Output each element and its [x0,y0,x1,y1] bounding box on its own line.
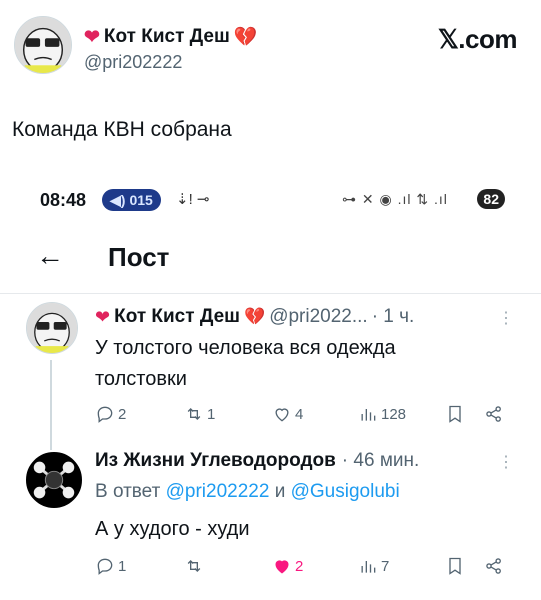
tweet-2-display-name[interactable]: Из Жизни Углеводородов [95,450,336,472]
tweet-2-avatar[interactable] [26,452,82,508]
network-icon: ⇅ [416,191,430,207]
tweet-2-more-icon[interactable]: ⋮ [498,452,514,472]
page-title: Пост [108,242,170,272]
tweet-2-time[interactable]: · 46 мин. [342,450,419,472]
reply-prefix: В ответ [95,481,161,502]
key-icon: ⊸ [196,191,210,208]
tweet-2-views-count: 7 [381,557,390,575]
outer-handle[interactable]: @pri202222 [84,52,182,73]
tweet-2-actions: 1 2 7 [0,556,541,580]
tweet-1-bookmark-button[interactable] [445,404,465,424]
tweet-1-views-button[interactable]: 128 [358,404,406,424]
share-icon [486,406,501,422]
tweet-2-like-button[interactable]: 2 [272,556,303,576]
speaker-icon: ◀) [110,191,126,208]
tweet-1-actions: 2 1 4 128 [0,404,541,428]
bookmark-icon [449,405,461,423]
tweet-1-display-name[interactable]: Кот Кист Деш [114,306,240,328]
tweet-1-more-icon[interactable]: ⋮ [498,308,514,328]
tweet-1-text-line-1: У толстого человека вся одежда [95,337,396,359]
tweet-1-like-count: 4 [295,405,304,423]
views-icon [361,409,376,421]
vpn-key-icon: ⊶ [342,191,357,207]
tweet-2-reply-context: В ответ @pri202222 и @Gusigolubi [95,481,400,503]
tweet-1-retweet-count: 1 [207,405,216,423]
outer-display-name[interactable]: ❤ Кот Кист Деш 💔 [84,25,258,49]
call-pill-label: 015 [129,192,153,208]
tweet-1-header: ❤ Кот Кист Деш 💔 @pri2022... · 1 ч. [95,306,414,328]
tweet-2-bookmark-button[interactable] [445,556,465,576]
pin-icon: ⇣! [176,191,193,208]
mute-icon: ✕ [361,191,375,207]
broken-heart-icon: 💔 [244,307,266,326]
tweet-1-views-count: 128 [381,405,407,423]
bookmark-icon [449,557,461,575]
tweet-2-header: Из Жизни Углеводородов · 46 мин. [95,450,419,472]
tweet-2-like-count: 2 [295,557,304,575]
tweet-2-share-button[interactable] [484,556,504,576]
retweet-icon [187,408,201,420]
tweet-1-like-button[interactable]: 4 [272,404,303,424]
header-divider [0,293,541,294]
tweet-2-text: А у худого - худи [95,518,250,540]
reply-and: и [274,481,286,502]
tweet-2-retweet-button[interactable] [184,556,207,576]
tweet-1-text-line-2: толстовки [95,368,187,390]
tweet-2-reply-count: 1 [118,557,127,575]
tweet-2-reply-button[interactable]: 1 [95,556,126,576]
system-icons: ⊶ ✕ ◉ .ıl ⇅ .ıl [342,191,448,208]
tweet-2-views-button[interactable]: 7 [358,556,389,576]
broken-heart-icon: 💔 [233,27,258,48]
signal-2-icon: .ıl [434,191,448,207]
wifi-icon: ◉ [379,191,393,207]
outer-tweet-text: Команда КВН собрана [12,118,232,141]
tweet-1-avatar[interactable] [26,302,78,354]
tweet-1-retweet-button[interactable]: 1 [184,404,215,424]
notification-icons: ⇣! ⊸ [176,190,210,208]
tweet-1-share-button[interactable] [484,404,504,424]
tweet-1-reply-button[interactable]: 2 [95,404,126,424]
reply-to-gusigolubi[interactable]: @Gusigolubi [291,481,400,502]
signal-icon: .ıl [397,191,412,207]
status-time: 08:48 [40,190,87,210]
x-com-label: 𝕏.com [437,24,518,54]
tweet-1-handle[interactable]: @pri2022... [269,306,368,328]
heart-ribbon-icon: ❤ [84,26,100,48]
reply-to-pri202222[interactable]: @pri202222 [166,481,270,502]
status-bar: 08:48 ◀) 015 ⇣! ⊸ ⊶ ✕ ◉ .ıl ⇅ .ıl 82 [40,188,505,214]
heart-ribbon-icon: ❤ [95,306,111,327]
call-pill: ◀) 015 [102,189,161,211]
share-icon [486,558,501,574]
retweet-icon [187,560,201,572]
outer-avatar[interactable] [14,16,72,74]
views-icon [361,561,376,573]
reply-icon [97,558,113,575]
heart-filled-icon [275,560,289,574]
heart-icon [275,408,289,422]
tweet-1-reply-count: 2 [118,405,127,423]
battery-badge: 82 [477,189,505,209]
outer-display-name-text: Кот Кист Деш [103,26,230,47]
tweet-1-time[interactable]: · 1 ч. [372,306,415,328]
back-arrow-icon[interactable]: ← [36,242,64,270]
reply-icon [97,406,113,423]
tweet-1-text: У толстого человека вся одежда толстовки [95,333,396,395]
